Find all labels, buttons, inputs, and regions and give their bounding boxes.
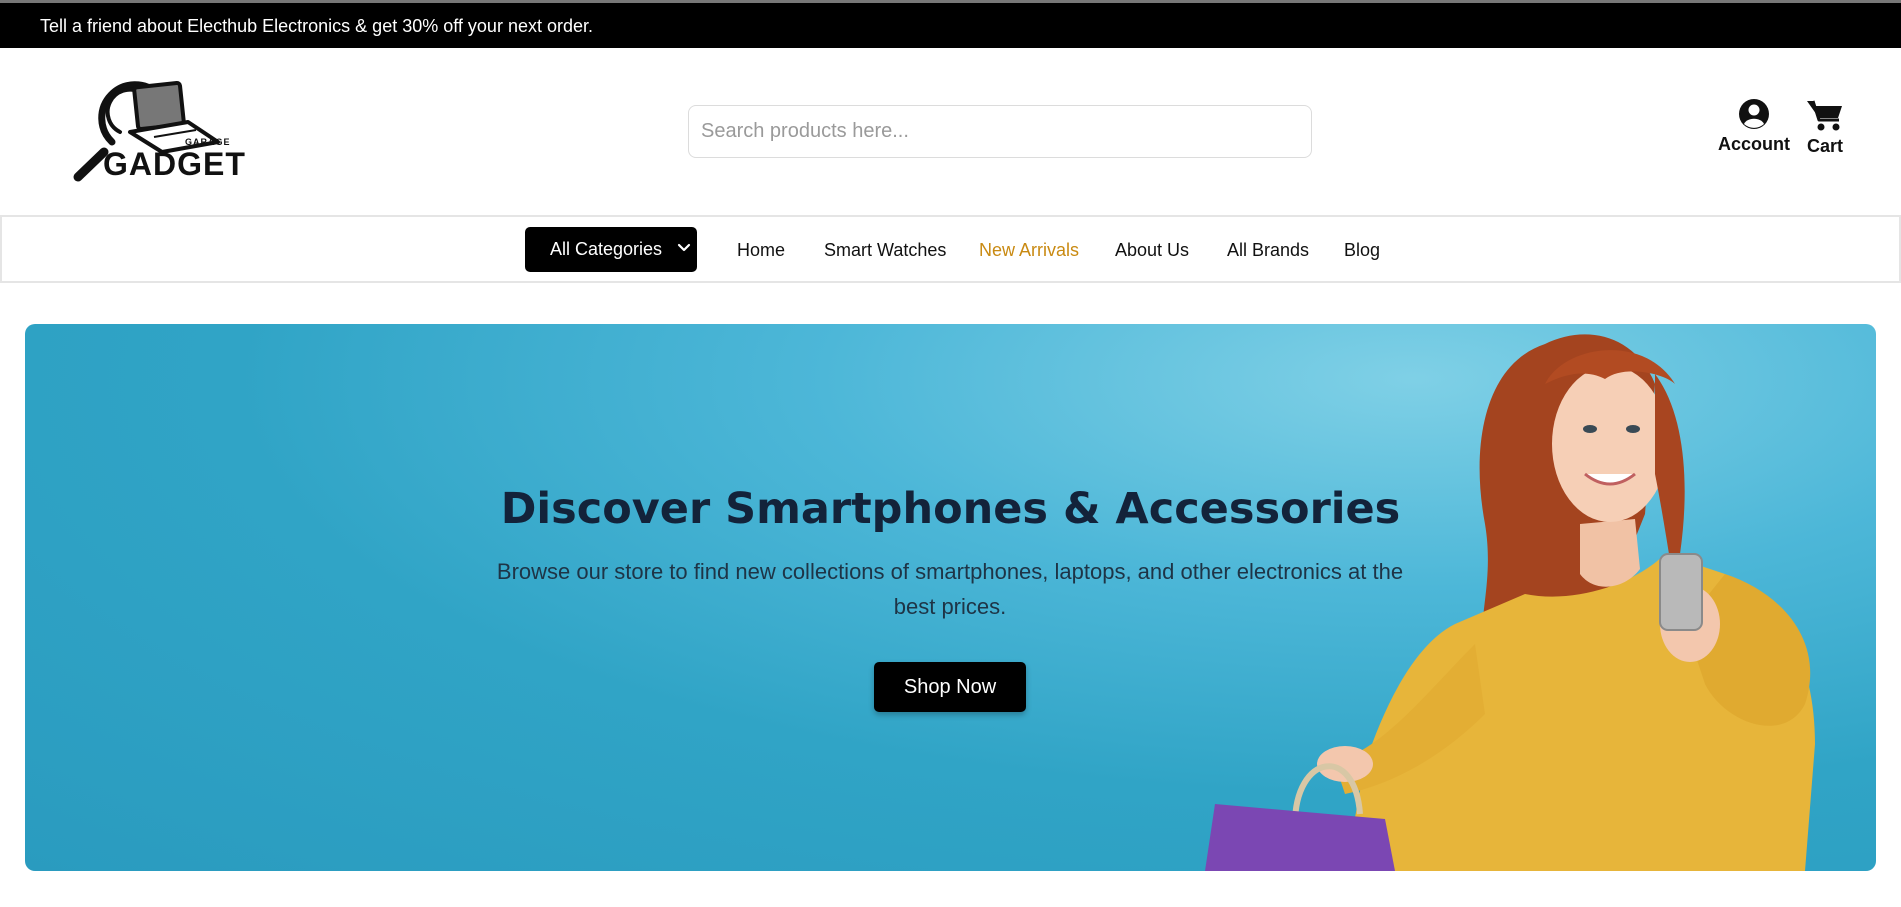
announcement-text: Tell a friend about Electhub Electronics… — [40, 16, 593, 36]
hero-title: Discover Smartphones & Accessories — [500, 484, 1401, 534]
main-nav: All Categories Home Smart Watches New Ar… — [0, 215, 1901, 283]
site-logo[interactable]: GARAGE GADGET — [70, 70, 245, 185]
account-label: Account — [1718, 134, 1790, 154]
nav-link-new-arrivals[interactable]: New Arrivals — [979, 240, 1079, 261]
logo-wordmark: GADGET — [103, 146, 246, 182]
all-categories-dropdown[interactable]: All Categories — [525, 227, 697, 272]
nav-link-about-us[interactable]: About Us — [1115, 240, 1189, 261]
search-input[interactable] — [688, 105, 1312, 158]
nav-link-all-brands[interactable]: All Brands — [1227, 240, 1309, 261]
nav-link-blog[interactable]: Blog — [1344, 240, 1380, 261]
shop-now-button[interactable]: Shop Now — [874, 662, 1026, 712]
announcement-bar: Tell a friend about Electhub Electronics… — [0, 0, 1901, 48]
nav-link-home[interactable]: Home — [737, 240, 785, 261]
site-header: GARAGE GADGET Account Cart — [0, 48, 1901, 215]
hero-subtitle: Browse our store to find new collections… — [496, 559, 1404, 619]
account-button[interactable]: Account — [1718, 98, 1790, 155]
cart-label: Cart — [1806, 136, 1843, 156]
hero-banner: Discover Smartphones & Accessories Brows… — [25, 324, 1876, 871]
all-categories-label: All Categories — [550, 239, 663, 259]
nav-link-smart-watches[interactable]: Smart Watches — [824, 240, 946, 261]
cart-icon — [1807, 100, 1842, 131]
cart-button[interactable]: Cart — [1806, 98, 1844, 157]
chevron-down-icon — [677, 243, 691, 252]
user-circle-icon — [1739, 99, 1769, 129]
